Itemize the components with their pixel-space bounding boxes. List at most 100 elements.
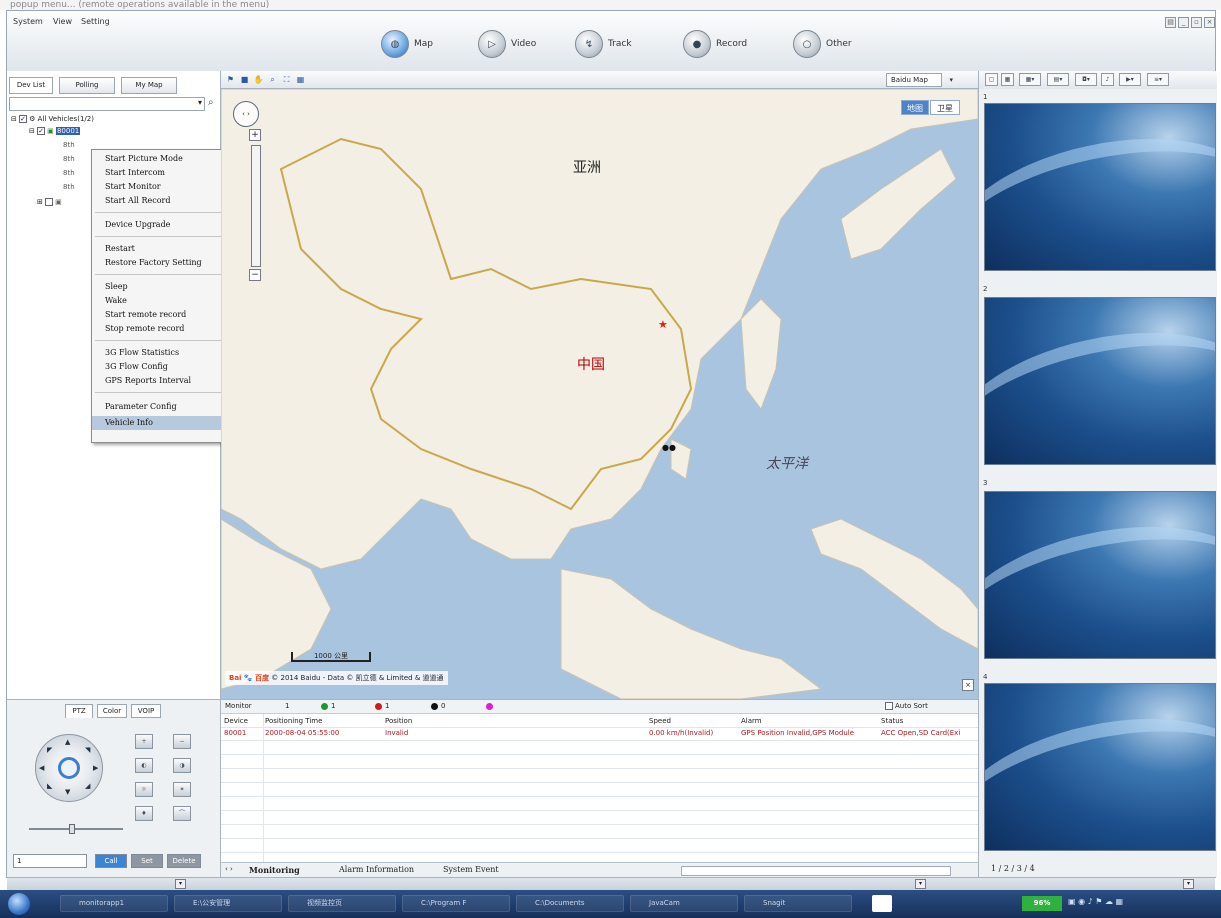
nav-other-button[interactable]: ○ Other [793, 29, 852, 59]
collapse-center-icon[interactable]: ▾ [915, 879, 926, 889]
tab-ptz[interactable]: PTZ [65, 704, 93, 718]
tab-monitoring[interactable]: Monitoring [249, 865, 300, 875]
app-icon[interactable] [872, 895, 892, 912]
map-pan-control[interactable]: ‹ › [233, 101, 259, 127]
chevron-down-icon[interactable]: ▾ [198, 98, 202, 107]
iris-close-icon[interactable]: ✶ [173, 782, 191, 797]
col-status[interactable]: Status [881, 717, 903, 725]
layers-icon[interactable]: ▦ [295, 74, 306, 85]
taskbar-item[interactable]: C:\Program F [402, 895, 510, 912]
tree-channel[interactable]: 8th [63, 169, 75, 177]
fullscreen-icon[interactable]: ⛶ [281, 74, 292, 85]
satellite-view-button[interactable]: 卫星 [930, 100, 960, 115]
taskbar-item[interactable]: monitorapp1 [60, 895, 168, 912]
menu-setting[interactable]: Setting [81, 17, 110, 26]
tree-channel[interactable]: 8th [63, 141, 75, 149]
play-dropdown-icon[interactable]: ▶▾ [1119, 73, 1141, 86]
arrow-left-icon[interactable]: ◀ [39, 764, 44, 772]
video-page-tabs[interactable]: 1 / 2 / 3 / 4 [979, 861, 1217, 877]
map-zoom-in-button[interactable]: + [249, 129, 261, 141]
auto-sort-checkbox[interactable]: Auto Sort [885, 702, 928, 710]
col-speed[interactable]: Speed [649, 717, 671, 725]
tree-channel[interactable]: 8th [63, 183, 75, 191]
layout-dropdown-icon[interactable]: ▦▾ [1019, 73, 1041, 86]
restore-icon[interactable]: ▫ [1191, 17, 1202, 28]
more-dropdown-icon[interactable]: ≡▾ [1147, 73, 1169, 86]
tab-dev-list[interactable]: Dev List [9, 77, 53, 94]
preset-call-button[interactable]: Call [95, 854, 127, 868]
map-zoom-out-button[interactable]: − [249, 269, 261, 281]
expand-icon[interactable]: ⊟ [29, 127, 35, 135]
nav-record-button[interactable]: ● Record [683, 29, 747, 59]
tray-battery-status[interactable]: 96% [1022, 896, 1062, 911]
expand-icon[interactable]: ⊞ [37, 198, 43, 206]
taskbar-item[interactable]: E:\公安管理 [174, 895, 282, 912]
checkbox-icon[interactable]: ✓ [19, 115, 28, 123]
collapse-right-icon[interactable]: ▾ [1183, 879, 1194, 889]
taskbar-item[interactable]: JavaCam [630, 895, 738, 912]
map-overview-toggle-icon[interactable]: × [962, 679, 974, 691]
map-zoom-slider[interactable] [251, 145, 261, 267]
taskbar-item[interactable]: C:\Documents [516, 895, 624, 912]
tab-system-event[interactable]: System Event [443, 865, 499, 874]
arrow-down-left-icon[interactable]: ◣ [47, 782, 52, 790]
expand-icon[interactable]: ⊟ [11, 115, 17, 123]
light-icon[interactable]: ♦ [135, 806, 153, 821]
tree-channel[interactable]: 8th [63, 155, 75, 163]
map-type-select[interactable]: Baidu Map ▾ [886, 73, 953, 87]
stream-dropdown-icon[interactable]: ▤▾ [1047, 73, 1069, 86]
tab-polling[interactable]: Polling [59, 77, 115, 94]
layout-1-icon[interactable]: ▢ [985, 73, 998, 86]
focus-far-icon[interactable]: ◑ [173, 758, 191, 773]
map-view-button[interactable]: 地图 [901, 100, 929, 115]
collapse-left-icon[interactable]: ▾ [175, 879, 186, 889]
menu-view[interactable]: View [53, 17, 72, 26]
horizontal-scrollbar[interactable] [681, 866, 951, 876]
rectangle-select-icon[interactable]: ■ [239, 74, 250, 85]
snapshot-dropdown-icon[interactable]: ◘▾ [1075, 73, 1097, 86]
video-channel-1[interactable] [984, 103, 1216, 271]
preset-stepper[interactable]: 1 [13, 854, 87, 868]
col-alarm[interactable]: Alarm [741, 717, 762, 725]
taskbar-item[interactable]: Snagit [744, 895, 852, 912]
tab-scroll-arrows-icon[interactable]: ‹ › [225, 865, 233, 873]
tab-voip[interactable]: VOIP [131, 704, 161, 718]
map-view[interactable]: ⚑ ■ ✋ ⌕ ⛶ ▦ Baidu Map ▾ ‹ › + − 地图 卫星 亚洲 … [221, 71, 978, 699]
ptz-speed-slider[interactable] [29, 828, 123, 830]
vehicle-marker-icon[interactable]: ●● [662, 443, 676, 452]
tree-device-2[interactable]: ⊞ ▣ [37, 198, 62, 206]
close-icon[interactable]: × [1204, 17, 1215, 28]
preset-set-button[interactable]: Set [131, 854, 163, 868]
minimize-icon[interactable]: _ [1178, 17, 1189, 28]
zoom-out-icon[interactable]: − [173, 734, 191, 749]
arrow-up-icon[interactable]: ▲ [65, 738, 70, 746]
zoom-icon[interactable]: ⌕ [267, 74, 278, 85]
sound-icon[interactable]: ♪ [1101, 73, 1114, 86]
iris-open-icon[interactable]: ☼ [135, 782, 153, 797]
focus-near-icon[interactable]: ◐ [135, 758, 153, 773]
arrow-up-right-icon[interactable]: ◥ [85, 746, 90, 754]
video-channel-4[interactable] [984, 683, 1216, 851]
nav-track-button[interactable]: ↯ Track [575, 29, 632, 59]
taskbar-item[interactable]: 视频监控页 [288, 895, 396, 912]
ptz-center-button[interactable] [58, 757, 80, 779]
video-channel-2[interactable] [984, 297, 1216, 465]
nav-video-button[interactable]: ▷ Video [478, 29, 536, 59]
col-device[interactable]: Device [224, 717, 248, 725]
ptz-speed-thumb[interactable] [69, 824, 75, 834]
checkbox-icon[interactable]: ✓ [37, 127, 46, 135]
tree-root[interactable]: ⊟ ✓ ⚙ All Vehicles(1/2) [11, 115, 94, 123]
tab-color[interactable]: Color [97, 704, 127, 718]
arrow-up-left-icon[interactable]: ◤ [47, 746, 52, 754]
checkbox-icon[interactable] [45, 198, 54, 206]
skin-icon[interactable]: ▤ [1165, 17, 1176, 28]
arrow-right-icon[interactable]: ▶ [93, 764, 98, 772]
preset-delete-button[interactable]: Delete [167, 854, 201, 868]
system-tray[interactable]: ▣ ◉ ♪ ⚑ ☁ ▦ [1068, 897, 1123, 911]
wiper-icon[interactable]: ⌒ [173, 806, 191, 821]
video-channel-3[interactable] [984, 491, 1216, 659]
arrow-down-icon[interactable]: ▼ [65, 788, 70, 796]
start-button[interactable] [8, 893, 30, 915]
tree-device[interactable]: ⊟ ✓ ▣ 80001 [29, 127, 81, 135]
menu-system[interactable]: System [13, 17, 43, 26]
